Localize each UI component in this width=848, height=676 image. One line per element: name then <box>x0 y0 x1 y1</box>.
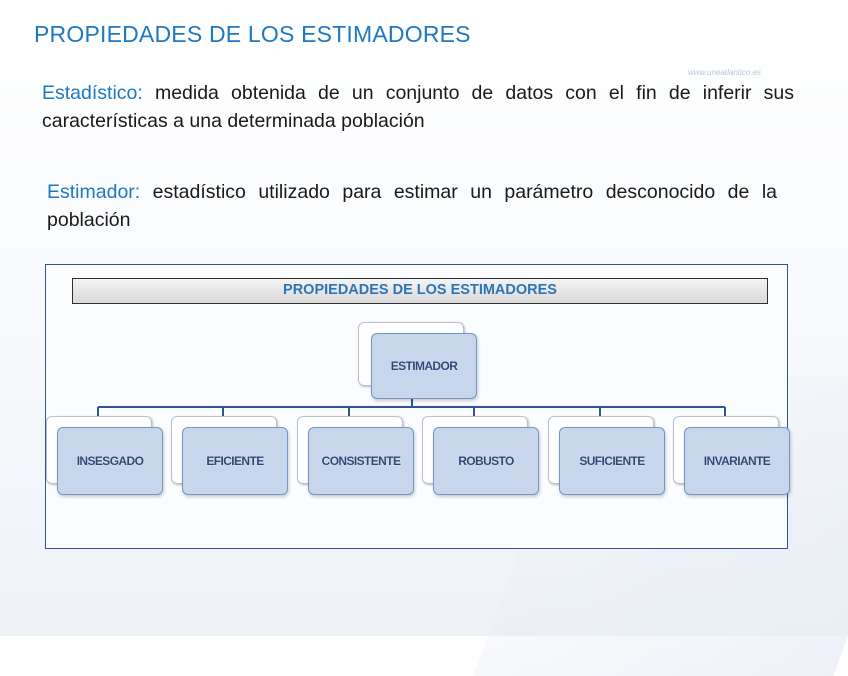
child-node-invariante: INVARIANTE <box>684 427 790 495</box>
child-node-eficiente: EFICIENTE <box>182 427 288 495</box>
child-node-consistente: CONSISTENTE <box>308 427 414 495</box>
diagram-connectors <box>97 397 726 418</box>
child-node-suficiente: SUFICIENTE <box>559 427 665 495</box>
child-node-robusto: ROBUSTO <box>433 427 539 495</box>
child-node-insesgado: INSESGADO <box>57 427 163 495</box>
root-node-estimador: ESTIMADOR <box>371 333 477 399</box>
